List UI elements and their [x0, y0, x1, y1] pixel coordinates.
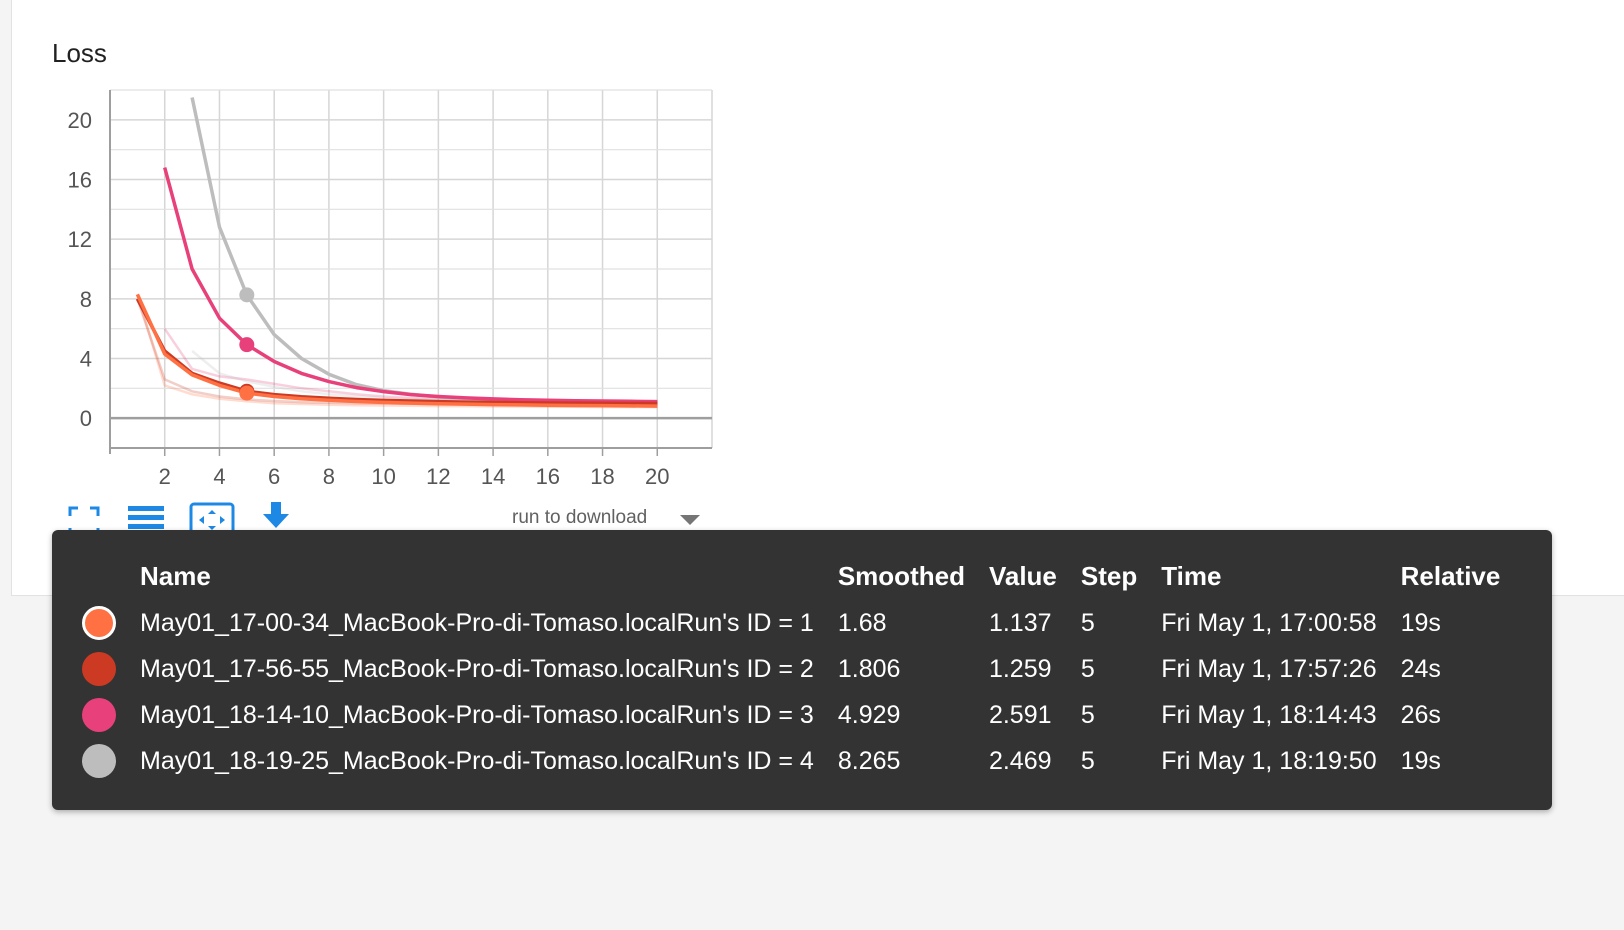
row-relative: 24s: [1400, 654, 1441, 683]
row-value: 2.591: [988, 700, 1052, 729]
x-tick-label: 12: [426, 464, 450, 489]
swatch-cell: [72, 600, 128, 646]
swatch-cell: [72, 646, 128, 692]
x-tick-label: 2: [159, 464, 171, 489]
row-value: 1.259: [988, 654, 1052, 683]
tooltip-row: May01_17-00-34_MacBook-Pro-di-Tomaso.loc…: [72, 600, 1512, 646]
run-to-download-label: run to download: [512, 507, 648, 528]
series-smoothed-line: [190, 97, 658, 404]
x-tick-label: 16: [536, 464, 560, 489]
tooltip-row: May01_17-56-55_MacBook-Pro-di-Tomaso.loc…: [72, 646, 1512, 692]
hover-point: [239, 337, 255, 353]
x-tick-label: 20: [645, 464, 669, 489]
row-smoothed: 1.68: [837, 608, 887, 637]
row-time: Fri May 1, 17:00:58: [1161, 608, 1377, 637]
x-tick-label: 10: [371, 464, 395, 489]
x-tick-label: 4: [213, 464, 225, 489]
tooltip-row: May01_18-14-10_MacBook-Pro-di-Tomaso.loc…: [72, 692, 1512, 738]
header-time: Time: [1161, 560, 1222, 591]
row-name: May01_17-00-34_MacBook-Pro-di-Tomaso.loc…: [140, 608, 814, 637]
tooltip-header-row: Name Smoothed Value Step Time Relative: [72, 558, 1512, 600]
row-value: 2.469: [988, 746, 1052, 775]
run-color-swatch: [82, 744, 116, 778]
swatch-header: [72, 558, 128, 600]
x-tick-label: 8: [323, 464, 335, 489]
row-name: May01_17-56-55_MacBook-Pro-di-Tomaso.loc…: [140, 654, 814, 683]
row-relative: 19s: [1400, 608, 1441, 637]
x-tick-label: 18: [590, 464, 614, 489]
x-tick-label: 14: [481, 464, 505, 489]
y-tick-label: 4: [80, 347, 92, 372]
run-color-swatch: [82, 606, 116, 640]
row-smoothed: 4.929: [837, 700, 901, 729]
tooltip-row: May01_18-19-25_MacBook-Pro-di-Tomaso.loc…: [72, 738, 1512, 784]
run-color-swatch: [82, 698, 116, 732]
row-step: 5: [1080, 608, 1095, 637]
row-time: Fri May 1, 17:57:26: [1161, 654, 1377, 683]
row-smoothed: 1.806: [837, 654, 901, 683]
y-tick-label: 0: [80, 406, 92, 431]
series-smoothed-line: [163, 167, 658, 404]
x-tick-label: 6: [268, 464, 280, 489]
y-tick-label: 20: [68, 108, 92, 133]
row-relative: 19s: [1400, 746, 1441, 775]
hover-point: [239, 287, 255, 303]
swatch-cell: [72, 692, 128, 738]
header-step: Step: [1080, 560, 1138, 591]
row-smoothed: 8.265: [837, 746, 901, 775]
hover-point: [239, 385, 255, 401]
tooltip-table: Name Smoothed Value Step Time Relative M…: [72, 558, 1512, 784]
header-relative: Relative: [1400, 560, 1501, 591]
row-relative: 26s: [1400, 700, 1441, 729]
run-color-swatch: [82, 652, 116, 686]
row-step: 5: [1080, 654, 1095, 683]
header-value: Value: [988, 560, 1057, 591]
y-tick-label: 12: [68, 227, 92, 252]
header-smoothed: Smoothed: [837, 560, 965, 591]
row-time: Fri May 1, 18:14:43: [1161, 700, 1377, 729]
swatch-cell: [72, 738, 128, 784]
row-step: 5: [1080, 746, 1095, 775]
row-value: 1.137: [988, 608, 1052, 637]
row-time: Fri May 1, 18:19:50: [1161, 746, 1377, 775]
row-name: May01_18-14-10_MacBook-Pro-di-Tomaso.loc…: [140, 700, 814, 729]
loss-chart[interactable]: 0481216202 4 6 8 10 12 14 16 18 20: [0, 0, 760, 500]
y-tick-label: 16: [68, 168, 92, 193]
series-group: [135, 97, 658, 409]
row-step: 5: [1080, 700, 1095, 729]
header-name: Name: [140, 560, 211, 591]
row-name: May01_18-19-25_MacBook-Pro-di-Tomaso.loc…: [140, 746, 814, 775]
chevron-down-icon: [680, 515, 700, 525]
hover-tooltip: Name Smoothed Value Step Time Relative M…: [52, 530, 1552, 810]
y-tick-label: 8: [80, 287, 92, 312]
